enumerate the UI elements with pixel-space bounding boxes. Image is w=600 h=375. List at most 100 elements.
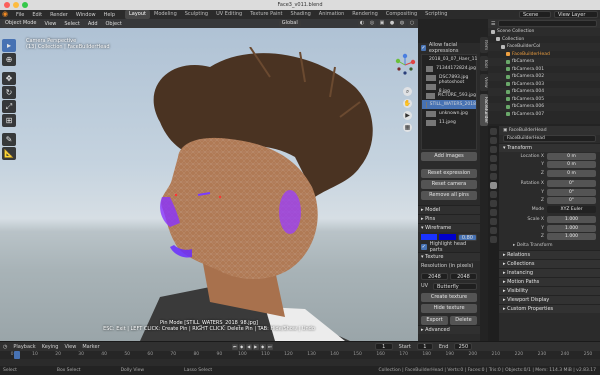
workspace-tab-sculpting[interactable]: Sculpting bbox=[181, 10, 212, 19]
image-item-7[interactable]: 11.jpeg bbox=[422, 118, 476, 127]
physics-props-icon[interactable] bbox=[490, 209, 497, 216]
uv-selector[interactable]: Butterfly bbox=[433, 282, 477, 290]
allow-expressions-checkbox[interactable]: ✓ bbox=[421, 45, 426, 51]
image-item-1[interactable]: 71344172824.jpg bbox=[422, 64, 476, 73]
scale-x-field[interactable]: 1.000 bbox=[547, 216, 596, 224]
timeline-ruler[interactable]: 0 10 20 30 40 50 60 70 80 90 100 110 120 130 140 150 160… bbox=[0, 351, 600, 359]
scale-y-field[interactable]: 1.000 bbox=[547, 224, 596, 232]
world-props-icon[interactable] bbox=[490, 173, 497, 180]
export-button[interactable]: Export bbox=[421, 315, 448, 325]
workspace-tab-scripting[interactable]: Scripting bbox=[421, 10, 451, 19]
xray-icon[interactable]: ▣ bbox=[378, 20, 386, 27]
transform-tool-icon[interactable]: ⊞ bbox=[2, 114, 16, 127]
section-model[interactable]: ▸ Model bbox=[418, 205, 480, 214]
outliner-row[interactable]: fbCamera.007 bbox=[488, 111, 600, 119]
section-texture[interactable]: ▾ Texture bbox=[418, 252, 480, 261]
view-layer-props-icon[interactable] bbox=[490, 155, 497, 162]
outliner-row[interactable]: FaceBuilderCol bbox=[488, 43, 600, 51]
outliner-row[interactable]: fbCamera.003 bbox=[488, 81, 600, 89]
resolution-width-field[interactable]: 2048 bbox=[421, 272, 448, 280]
collections-panel-header[interactable]: ▸ Collections bbox=[499, 258, 600, 268]
scale-tool-icon[interactable]: ⤢ bbox=[2, 100, 16, 113]
rotate-tool-icon[interactable]: ↻ bbox=[2, 86, 16, 99]
menu-edit[interactable]: Edit bbox=[28, 12, 46, 18]
sidebar-tab-facebuilder[interactable]: FaceBuilder bbox=[480, 93, 488, 126]
menu-file[interactable]: File bbox=[12, 12, 28, 18]
custom-properties-panel-header[interactable]: ▸ Custom Properties bbox=[499, 303, 600, 313]
zoom-icon[interactable]: ⌕ bbox=[403, 87, 412, 96]
workspace-tab-animation[interactable]: Animation bbox=[315, 10, 349, 19]
viewport-display-panel-header[interactable]: ▸ Viewport Display bbox=[499, 294, 600, 304]
modifier-props-icon[interactable] bbox=[490, 191, 497, 198]
current-frame-field[interactable]: 1 bbox=[374, 343, 393, 350]
highlight-checkbox[interactable]: ✓ bbox=[421, 244, 427, 250]
keying-menu[interactable]: Keying bbox=[42, 344, 59, 350]
location-z-field[interactable]: 0 m bbox=[547, 169, 596, 177]
relations-panel-header[interactable]: ▸ Relations bbox=[499, 249, 600, 259]
outliner-row[interactable]: Collection bbox=[488, 36, 600, 44]
view-menu[interactable]: View bbox=[64, 344, 76, 350]
workspace-tab-uv-editing[interactable]: UV Editing bbox=[212, 10, 246, 19]
outliner-row[interactable]: fbCamera.006 bbox=[488, 103, 600, 111]
reset-camera-button[interactable]: Reset camera bbox=[421, 180, 477, 189]
solid-shading-icon[interactable]: ● bbox=[388, 20, 396, 27]
render-props-icon[interactable] bbox=[490, 137, 497, 144]
timeline-editor-icon[interactable]: ◷ bbox=[3, 344, 7, 350]
outliner-row[interactable]: FaceBuilderHead bbox=[488, 51, 600, 59]
start-frame-field[interactable]: 1 bbox=[416, 343, 433, 350]
resolution-height-field[interactable]: 2048 bbox=[450, 272, 477, 280]
remove-all-pins-button[interactable]: Remove all pins bbox=[421, 191, 477, 200]
location-y-field[interactable]: 0 m bbox=[547, 161, 596, 169]
particle-props-icon[interactable] bbox=[490, 200, 497, 207]
highlight-row[interactable]: ✓ Highlight head parts bbox=[418, 241, 480, 253]
outliner-row[interactable]: fbCamera.004 bbox=[488, 88, 600, 96]
section-pins[interactable]: ▸ Pins bbox=[418, 214, 480, 223]
workspace-tab-shading[interactable]: Shading bbox=[286, 10, 314, 19]
ortho-toggle-icon[interactable]: ▦ bbox=[403, 123, 412, 132]
image-list[interactable]: 2018_03_07_Haer_11 71344172824.jpg DSC78… bbox=[421, 54, 477, 150]
viewport-menu-view[interactable]: View bbox=[42, 21, 60, 27]
pan-hand-icon[interactable]: ✋ bbox=[403, 99, 412, 108]
scene-selector[interactable]: Scene bbox=[519, 11, 551, 18]
scale-z-field[interactable]: 1.000 bbox=[547, 233, 596, 241]
instancing-panel-header[interactable]: ▸ Instancing bbox=[499, 267, 600, 277]
marker-menu[interactable]: Marker bbox=[82, 344, 99, 350]
constraint-props-icon[interactable] bbox=[490, 218, 497, 225]
location-x-field[interactable]: 0 m bbox=[547, 152, 596, 160]
image-item-5[interactable]: STILL_WATERS_2018 bbox=[422, 100, 476, 109]
camera-view-icon[interactable]: ▶ bbox=[403, 111, 412, 120]
hide-texture-button[interactable]: Hide texture bbox=[421, 304, 477, 313]
outliner-row[interactable]: fbCamera bbox=[488, 58, 600, 66]
jump-start-icon[interactable]: ⏮ bbox=[231, 343, 238, 350]
image-item-6[interactable]: unknown.jpg bbox=[422, 109, 476, 118]
next-key-icon[interactable]: ◆ bbox=[259, 343, 266, 350]
outliner-row[interactable]: fbCamera.002 bbox=[488, 73, 600, 81]
play-icon[interactable]: ▶ bbox=[252, 343, 259, 350]
transform-orientation-selector[interactable]: Global bbox=[278, 20, 301, 27]
object-name-field[interactable]: FaceBuilderHead bbox=[503, 135, 596, 143]
close-window-button[interactable] bbox=[4, 2, 10, 8]
prev-key-icon[interactable]: ◆ bbox=[238, 343, 245, 350]
navigation-gizmo[interactable] bbox=[393, 53, 417, 77]
rotation-z-field[interactable]: 0° bbox=[547, 197, 596, 205]
workspace-tab-texture-paint[interactable]: Texture Paint bbox=[246, 10, 286, 19]
sidebar-tab-tool[interactable]: Tool bbox=[480, 56, 488, 71]
wireframe-color-swatch[interactable] bbox=[421, 234, 438, 240]
outliner-editor-icon[interactable]: ☰ bbox=[491, 21, 495, 27]
view-layer-selector[interactable]: View Layer bbox=[554, 11, 598, 18]
object-mode-selector[interactable]: Object Mode bbox=[2, 20, 40, 27]
annotate-tool-icon[interactable]: ✎ bbox=[2, 133, 16, 146]
image-item-4[interactable]: PICTURE_593.jpg bbox=[422, 91, 476, 100]
select-box-tool-icon[interactable]: ▸ bbox=[2, 39, 16, 52]
outliner-row-scene-collection[interactable]: Scene Collection bbox=[488, 28, 600, 36]
maximize-window-button[interactable] bbox=[22, 2, 28, 8]
allow-expressions-row[interactable]: ✓ Allow facial expressions bbox=[418, 42, 480, 54]
output-props-icon[interactable] bbox=[490, 146, 497, 153]
overlays-icon[interactable]: ◎ bbox=[368, 20, 376, 27]
menu-help[interactable]: Help bbox=[100, 12, 119, 18]
image-item-0[interactable]: 2018_03_07_Haer_11 bbox=[422, 55, 477, 64]
rotation-mode-selector[interactable]: XYZ Euler bbox=[547, 205, 596, 213]
object-props-icon[interactable] bbox=[490, 182, 497, 189]
playhead[interactable] bbox=[14, 351, 20, 359]
outliner-row[interactable]: fbCamera.001 bbox=[488, 66, 600, 74]
